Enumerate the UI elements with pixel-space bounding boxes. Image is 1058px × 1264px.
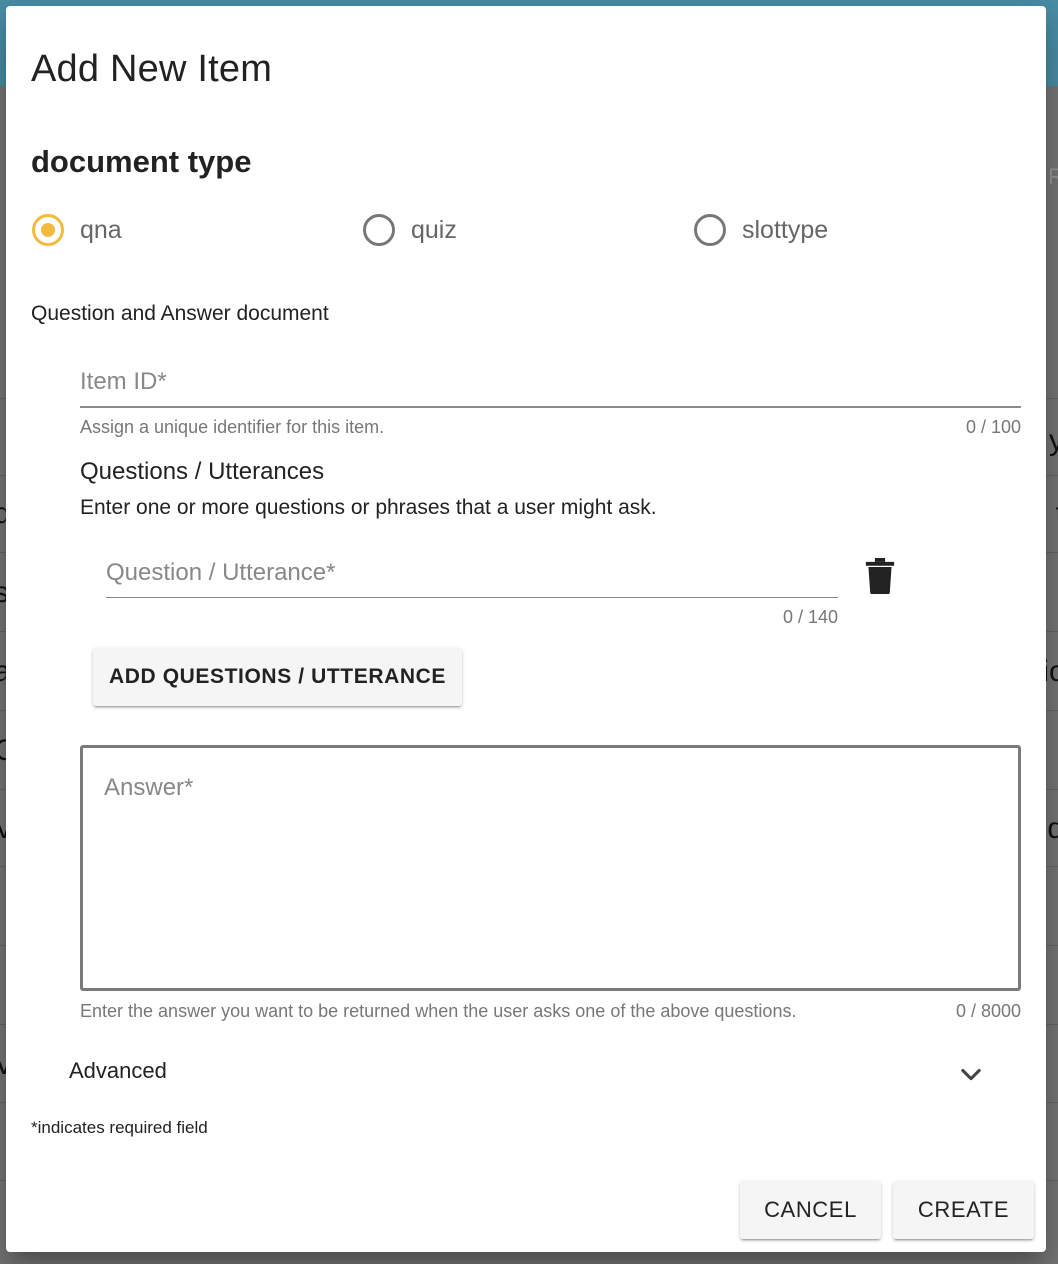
create-button[interactable]: CREATE: [893, 1181, 1034, 1239]
item-id-field[interactable]: Item ID*: [80, 368, 1021, 408]
item-id-counter: 0 / 100: [965, 417, 1021, 437]
radio-label: slottype: [742, 215, 829, 244]
radio-qna[interactable]: qna: [32, 214, 122, 246]
advanced-label: Advanced: [69, 1058, 167, 1083]
background-text-fragment: R: [1048, 164, 1058, 189]
questions-description: Enter one or more questions or phrases t…: [80, 496, 657, 519]
radio-quiz[interactable]: quiz: [363, 214, 457, 246]
document-type-description: Question and Answer document: [31, 302, 329, 325]
radio-checked-icon[interactable]: [32, 214, 64, 246]
radio-unchecked-icon[interactable]: [694, 214, 726, 246]
radio-label: qna: [80, 215, 122, 244]
document-type-radio-group: qna quiz slottype: [32, 214, 1032, 250]
question-utterance-field[interactable]: Question / Utterance*: [106, 559, 838, 599]
item-id-hint: Assign a unique identifier for this item…: [80, 417, 385, 437]
item-id-underline: [80, 406, 1021, 408]
chevron-down-icon[interactable]: [957, 1060, 985, 1088]
radio-slottype[interactable]: slottype: [694, 214, 828, 246]
question-utterance-underline: [106, 597, 838, 598]
required-field-note: *indicates required field: [31, 1118, 208, 1137]
answer-textarea[interactable]: Answer*: [80, 745, 1021, 991]
radio-label: quiz: [411, 215, 457, 244]
questions-heading: Questions / Utterances: [80, 458, 325, 485]
cancel-button[interactable]: CANCEL: [740, 1181, 881, 1239]
dialog-title: Add New Item: [31, 48, 273, 90]
document-type-heading: document type: [31, 144, 252, 179]
add-question-button[interactable]: ADD QUESTIONS / UTTERANCE: [93, 648, 462, 706]
answer-hint: Enter the answer you want to be returned…: [80, 1001, 797, 1021]
background-text-fragment: I: [0, 418, 2, 452]
background-text-fragment: d: [1047, 812, 1058, 845]
advanced-expander[interactable]: Advanced: [69, 1056, 985, 1090]
radio-unchecked-icon[interactable]: [363, 214, 395, 246]
add-item-dialog: Add New Item document type qna quiz slot…: [6, 6, 1046, 1252]
question-utterance-placeholder: Question / Utterance*: [106, 559, 336, 586]
answer-counter: 0 / 8000: [955, 1001, 1021, 1021]
delete-trash-icon[interactable]: [864, 558, 896, 594]
question-utterance-counter: 0 / 140: [782, 607, 838, 627]
answer-placeholder: Answer*: [104, 774, 194, 801]
background-text-fragment: y: [1049, 424, 1058, 457]
item-id-placeholder: Item ID*: [80, 368, 167, 395]
